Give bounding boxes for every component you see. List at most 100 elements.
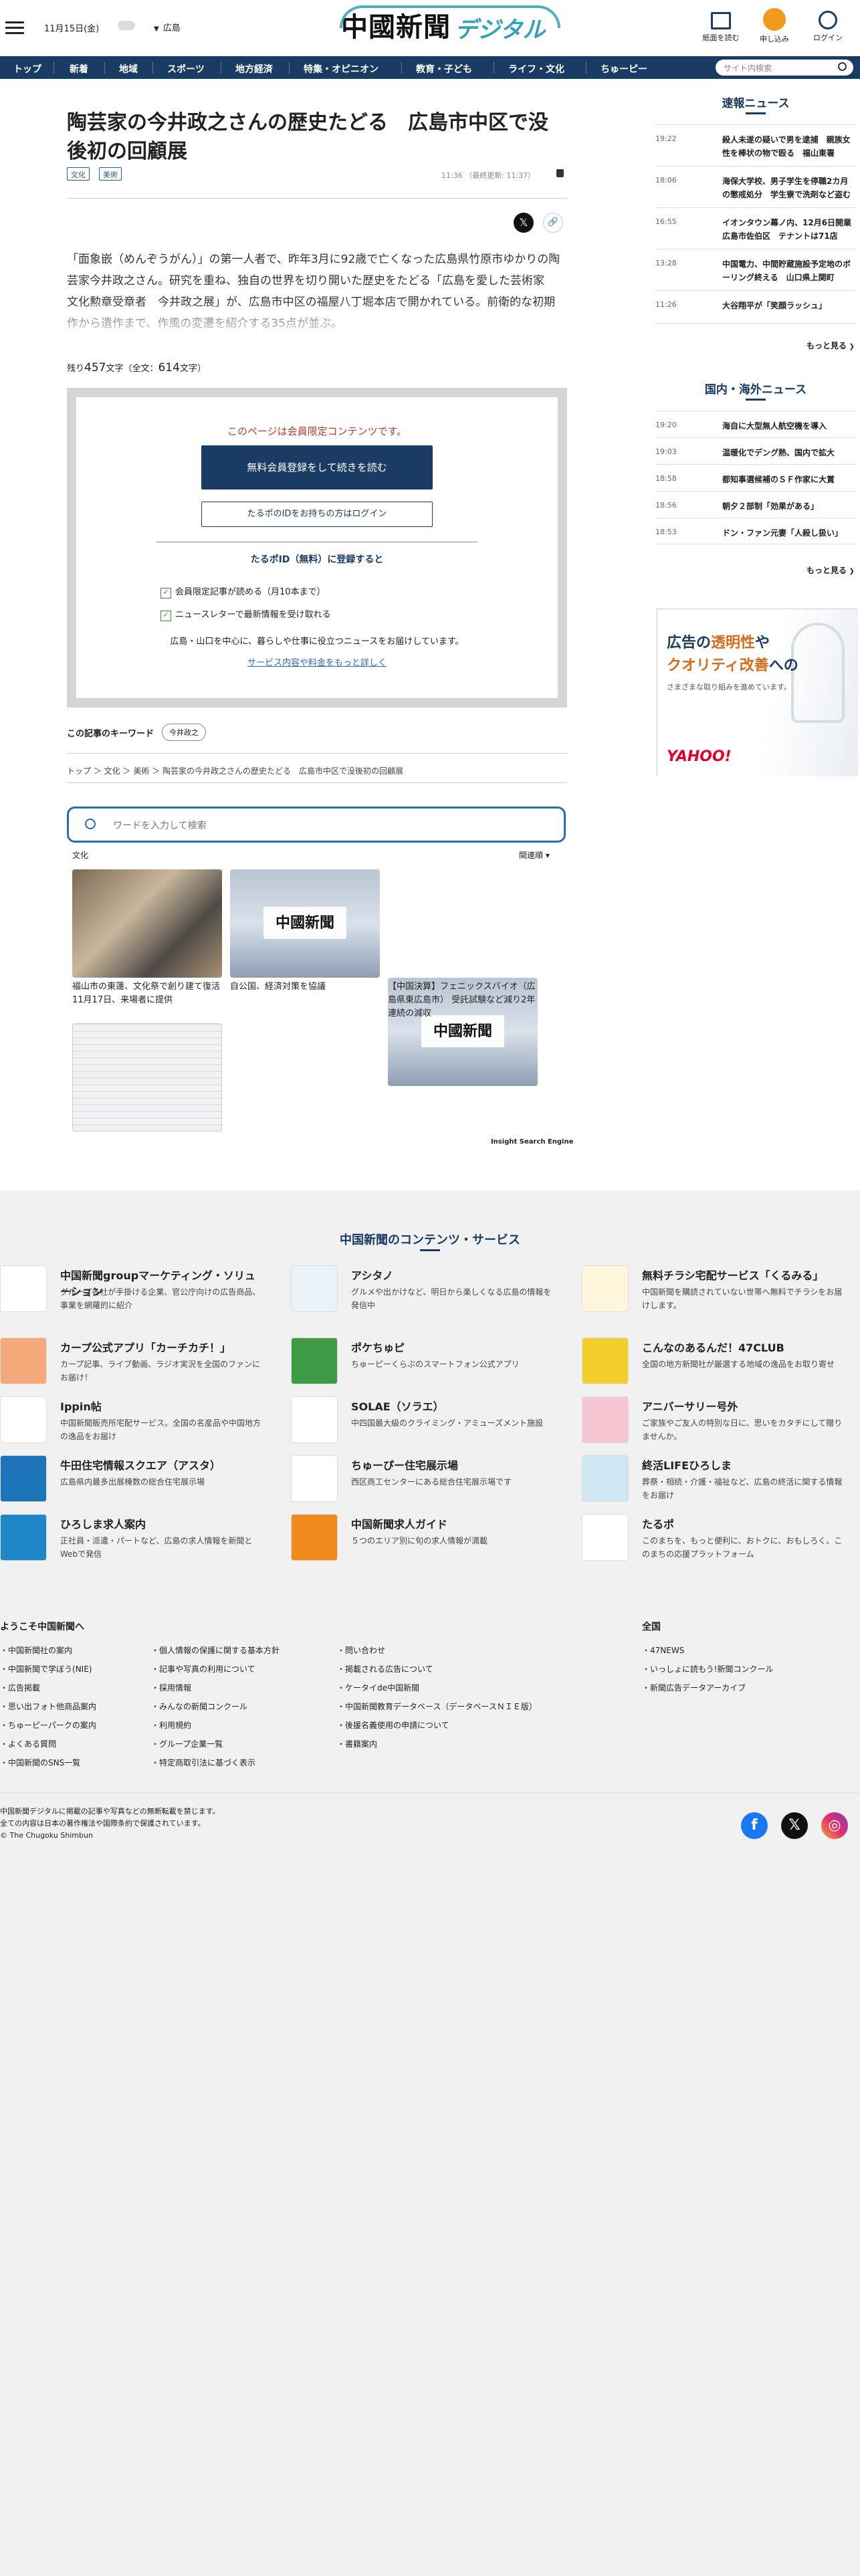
- footer-link[interactable]: 掲載される広告について: [337, 1660, 537, 1679]
- subscribe-button[interactable]: 申し込み: [754, 8, 794, 44]
- nav-item-sports[interactable]: スポーツ: [167, 62, 205, 76]
- news-item[interactable]: 19:20 海自に大型無人航空機を導入: [655, 411, 856, 437]
- ise-credit: Insight Search Engine: [491, 1138, 574, 1146]
- news-item[interactable]: 19:22 殺人未遂の疑いで男を逮捕 親族女性を棒状の物で殴る 福山東署: [655, 124, 856, 166]
- solae-icon: [291, 1396, 338, 1443]
- nav-item-region[interactable]: 地域: [119, 62, 138, 76]
- service-detail-link[interactable]: サービス内容や料金をもっと詳しく: [76, 655, 558, 668]
- breadcrumb-item[interactable]: 美術: [133, 766, 149, 776]
- nav-item-top[interactable]: トップ: [13, 62, 41, 76]
- service-desc: 西区商工センターにある総合住宅展示場です: [351, 1477, 512, 1487]
- nav-item-opinion[interactable]: 特集・オピニオン: [304, 62, 379, 76]
- footer-link[interactable]: 利用規約: [151, 1716, 280, 1735]
- shukatsu-icon: [582, 1455, 629, 1502]
- breadcrumb-item[interactable]: 文化: [104, 766, 120, 776]
- footer-link[interactable]: 中国新聞で学ぼう(NIE): [0, 1660, 96, 1679]
- register-button[interactable]: 無料会員登録をして続きを読む: [201, 445, 433, 490]
- location-select[interactable]: 広島: [154, 21, 181, 33]
- service-desc: ５つのエリア別に旬の求人情報が満載: [351, 1536, 488, 1545]
- x-share-icon[interactable]: 𝕏: [514, 213, 534, 233]
- tag-art[interactable]: 美術: [99, 167, 122, 181]
- services-title: 中国新聞のコンテンツ・サービス: [340, 1233, 520, 1247]
- news-item[interactable]: 18:56 朝夕２部制「効果がある」: [655, 491, 856, 518]
- footer-link[interactable]: 採用情報: [151, 1679, 280, 1697]
- footer-col: 中国新聞社の案内中国新聞で学ぼう(NIE)広告掲載思い出フォト他商品案内ちゅーピ…: [0, 1641, 96, 1772]
- facebook-icon[interactable]: f: [741, 1812, 768, 1839]
- instagram-icon[interactable]: ◎: [821, 1812, 848, 1839]
- nav-item-new[interactable]: 新着: [70, 62, 88, 76]
- service-desc: ちゅーピーくらぶのスマートフォン公式アプリ: [351, 1360, 520, 1369]
- footer-link[interactable]: 新聞広告データアーカイブ: [642, 1679, 773, 1697]
- footer-link[interactable]: 個人情報の保護に関する基本方針: [151, 1641, 280, 1660]
- x-icon[interactable]: 𝕏: [781, 1812, 808, 1839]
- footer-link[interactable]: 記事や写真の利用について: [151, 1660, 280, 1679]
- service-name: ちゅーぴー住宅展示場: [351, 1459, 459, 1472]
- main-nav: トップ 新着 地域 スポーツ 地方経済 特集・オピニオン 教育・子ども ライフ・…: [0, 56, 860, 79]
- footer-link[interactable]: いっしょに読もう!新聞コンクール: [642, 1660, 773, 1679]
- service-name: アニバーサリー号外: [642, 1400, 738, 1413]
- nav-item-chupi[interactable]: ちゅーピー: [601, 62, 647, 76]
- footer-link[interactable]: 後援名義使用の申請について: [337, 1716, 537, 1735]
- paywall-box: このページは会員限定コンテンツです。 無料会員登録をして続きを読む たるポのID…: [67, 388, 567, 708]
- footer-link[interactable]: 中国新聞社の案内: [0, 1641, 96, 1660]
- nav-item-education[interactable]: 教育・子ども: [416, 62, 472, 76]
- ashitano-icon: [291, 1265, 338, 1312]
- footer-link[interactable]: よくある質問: [0, 1735, 96, 1753]
- related-thumbnail[interactable]: [72, 869, 222, 978]
- tarupo-login-button[interactable]: たるポのIDをお持ちの方はログイン: [201, 502, 433, 527]
- breadcrumb: トップ ＞ 文化 ＞ 美術 ＞ 陶芸家の今井政之さんの歴史たどる 広島市中区で没…: [67, 766, 403, 776]
- footer-col: 個人情報の保護に関する基本方針記事や写真の利用について採用情報みんなの新聞コンク…: [151, 1641, 280, 1772]
- footer-link[interactable]: 中国新聞のSNS一覧: [0, 1753, 96, 1772]
- read-paper-button[interactable]: 紙面を読む: [701, 8, 741, 43]
- related-caption[interactable]: 【中国決算】フェニックスバイオ（広島県東広島市） 受託試験など減り2年連続の減収: [388, 980, 538, 1021]
- service-name: カープ公式アプリ「カーチカチ！」: [60, 1341, 231, 1354]
- site-search-placeholder: サイト内検索: [724, 64, 772, 73]
- logo-arc: [340, 5, 560, 28]
- news-item[interactable]: 16:55 イオンタウン幕ノ内、12月6日開業 広島市佐伯区 テナントは71店: [655, 207, 859, 249]
- news-item[interactable]: 13:28 中国電力、中間貯蔵施設予定地のボーリング終える 山口県上関町: [655, 249, 856, 290]
- service-name: SOLAE（ソラエ）: [351, 1400, 444, 1413]
- lock-icon: [556, 169, 564, 177]
- footer-link[interactable]: 思い出フォト他商品案内: [0, 1697, 96, 1716]
- paywall-id-heading: たるポID（無料）に登録すると: [250, 554, 384, 565]
- related-caption[interactable]: 福山市の東蓮、文化祭で創り建て復活 11月17日、来場者に提供: [72, 980, 229, 1007]
- search-icon[interactable]: [838, 62, 847, 71]
- world-more-link[interactable]: もっと見る: [807, 564, 855, 576]
- footer-link[interactable]: 特定商取引法に基づく表示: [151, 1753, 280, 1772]
- related-caption[interactable]: 自公国、経済対策を協議: [230, 980, 380, 994]
- divider: [67, 198, 567, 199]
- service-name: Ippin帖: [60, 1400, 102, 1413]
- news-item[interactable]: 18:06 海保大学校、男子学生を停職2カ月の懲戒処分 学生寮で洗剤など盗む: [655, 166, 856, 207]
- nav-item-economy[interactable]: 地方経済: [235, 62, 273, 76]
- footer-link[interactable]: 書籍案内: [337, 1735, 537, 1753]
- footer-link[interactable]: みんなの新聞コンクール: [151, 1697, 280, 1716]
- footer-link[interactable]: 問い合わせ: [337, 1641, 537, 1660]
- footer-link[interactable]: 中国新聞教育データベース（データベースＮＩＥ版）: [337, 1697, 537, 1716]
- news-item[interactable]: 19:03 温暖化でデング熱、国内で拡大: [655, 437, 856, 464]
- login-button[interactable]: ログイン: [808, 8, 848, 43]
- related-thumbnail[interactable]: [72, 1023, 222, 1132]
- menu-icon[interactable]: [5, 21, 24, 35]
- breaking-more-link[interactable]: もっと見る: [807, 340, 855, 351]
- footer-link[interactable]: 広告掲載: [0, 1679, 96, 1697]
- sort-select[interactable]: 関連順 ▾: [519, 849, 550, 861]
- footer-link[interactable]: 47NEWS: [642, 1641, 773, 1660]
- nav-item-life[interactable]: ライフ・文化: [508, 62, 564, 76]
- footer-link[interactable]: ケータイde中国新聞: [337, 1679, 537, 1697]
- remaining-count: 残り457文字（全文：614文字）: [67, 361, 206, 374]
- advertisement[interactable]: 広告の透明性や クオリティ改善への さまざまな取り組みを進めています。 YAHO…: [657, 609, 858, 776]
- footer-link[interactable]: グループ企業一覧: [151, 1735, 280, 1753]
- service-desc: グルメや出かけなど、明日から楽しくなる広島の情報を発信中: [351, 1287, 552, 1310]
- site-search-input[interactable]: サイト内検索: [716, 60, 853, 76]
- breadcrumb-item[interactable]: トップ: [67, 766, 91, 776]
- news-item[interactable]: 18:58 都知事選候補のＳＦ作家に大賞: [655, 464, 856, 491]
- news-item[interactable]: 11:26 大谷翔平が「笑顔ラッシュ」: [655, 290, 856, 324]
- keyword-tag[interactable]: 今井政之: [162, 724, 206, 741]
- footer-link[interactable]: ちゅーピーパークの案内: [0, 1716, 96, 1735]
- related-search-input[interactable]: ワードを入力して検索: [67, 807, 566, 843]
- link-copy-icon[interactable]: 🔗: [543, 213, 563, 233]
- news-item[interactable]: 18:53 ドン・ファン元妻「人殺し扱い」: [655, 518, 856, 544]
- site-logo[interactable]: 中國新聞 デジタル: [340, 5, 560, 44]
- related-thumbnail[interactable]: [230, 869, 380, 978]
- tag-culture[interactable]: 文化: [67, 167, 90, 181]
